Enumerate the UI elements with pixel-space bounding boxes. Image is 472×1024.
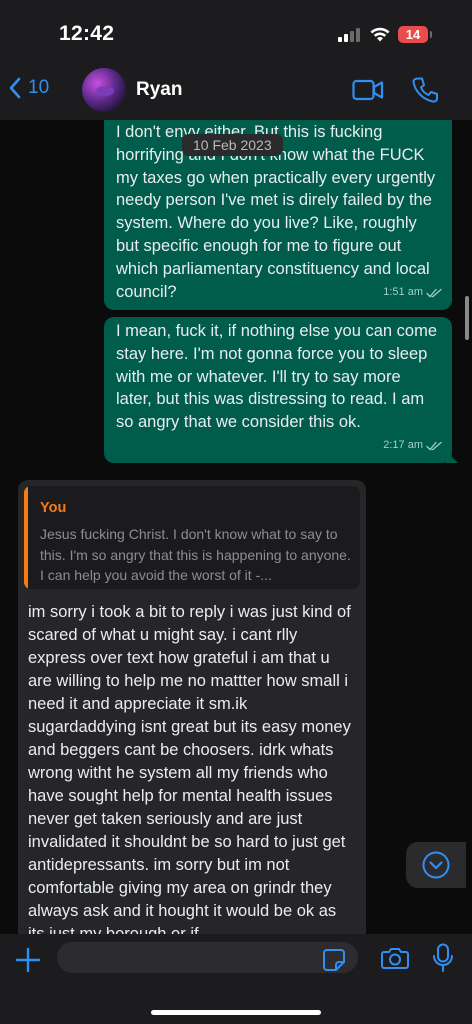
incoming-message[interactable]: You Jesus fucking Christ. I don't know w… [18,480,366,934]
status-time: 12:42 [59,22,115,45]
quote-author: You [40,500,67,516]
message-list[interactable]: 10 Feb 2023 I don't envy either. But thi… [0,120,472,934]
cellular-signal-icon [338,28,362,42]
chevron-left-icon [9,77,21,99]
message-text: I mean, fuck it, if nothing else you can… [116,322,438,432]
plus-icon[interactable] [15,947,41,973]
back-unread-count: 10 [28,77,50,98]
double-check-icon [426,441,442,451]
scrollbar[interactable] [465,296,469,340]
chat-header: 10 Ryan [0,62,472,121]
date-separator: 10 Feb 2023 [182,134,283,156]
message-text: im sorry i took a bit to reply i was jus… [28,603,351,934]
phone-call-icon[interactable] [412,76,438,104]
message-time: 1:51 am [383,286,423,299]
home-indicator [151,1010,321,1015]
back-button[interactable]: 10 [8,76,49,100]
microphone-icon[interactable] [432,943,454,973]
quote-accent-bar [24,486,28,589]
camera-icon[interactable] [381,946,409,970]
scroll-to-bottom-button[interactable] [406,842,466,888]
message-meta: 1:51 am [383,281,442,304]
status-bar: 12:42 14 [0,0,472,62]
message-time: 2:17 am [383,439,423,452]
message-input[interactable] [57,942,358,973]
quoted-reply[interactable]: You Jesus fucking Christ. I don't know w… [24,486,360,589]
message-meta: 2:17 am [383,434,442,457]
battery-indicator: 14 [398,26,432,43]
contact-avatar[interactable] [82,68,126,112]
message-composer [0,934,472,1024]
video-call-icon[interactable] [352,78,384,102]
contact-name[interactable]: Ryan [136,79,182,101]
chevron-down-circle-icon [422,851,450,879]
wifi-icon [370,27,390,42]
sticker-icon[interactable] [322,948,346,972]
outgoing-message[interactable]: I mean, fuck it, if nothing else you can… [104,317,452,463]
double-check-icon [426,288,442,298]
quote-text: Jesus fucking Christ. I don't know what … [40,526,351,583]
